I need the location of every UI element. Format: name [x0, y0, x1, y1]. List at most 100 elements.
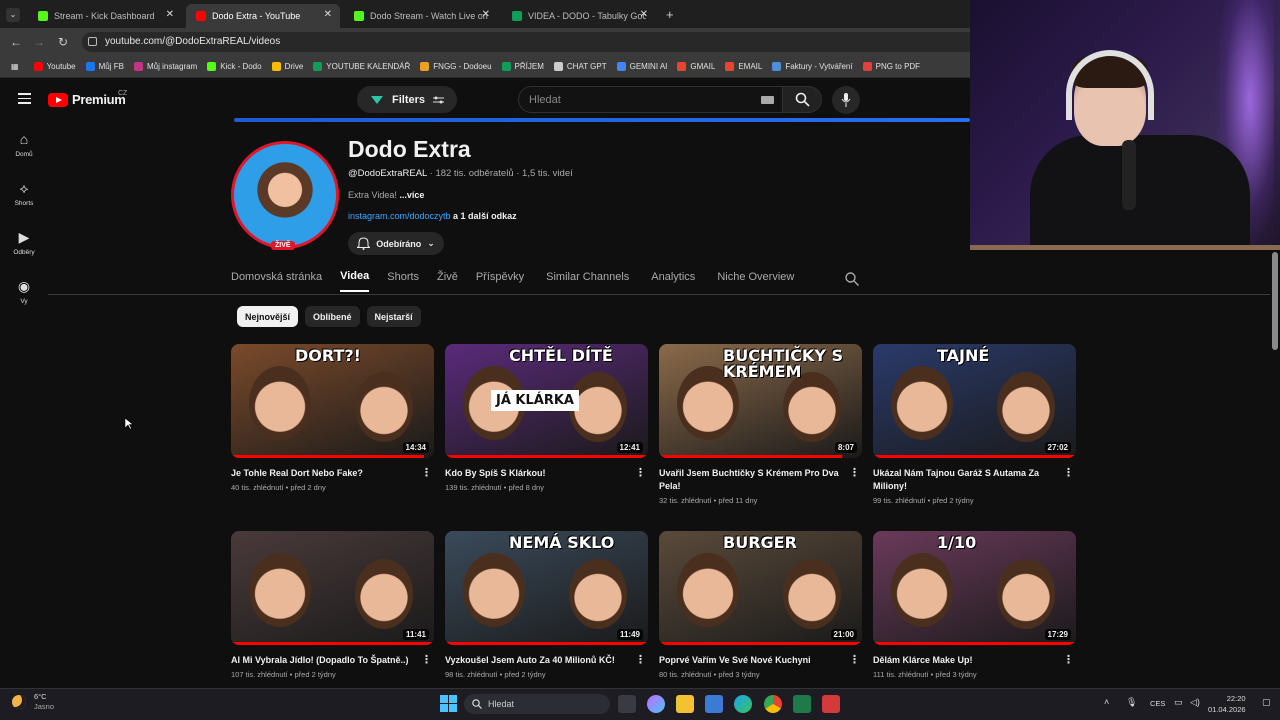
video-thumbnail[interactable]: TAJNÉ 27:02: [873, 344, 1076, 458]
bookmark-item[interactable]: GMAIL: [672, 62, 720, 71]
channel-search-button[interactable]: [845, 272, 859, 291]
notifications-icon[interactable]: ▢: [1262, 697, 1271, 708]
video-title[interactable]: Je Tohle Real Dort Nebo Fake? ⋮: [231, 467, 434, 480]
youtube-logo[interactable]: Premium: [48, 92, 126, 107]
sort-chip[interactable]: Nejstarší: [366, 306, 421, 327]
rail-item-home[interactable]: ⌂ Domů: [4, 131, 44, 158]
close-tab-icon[interactable]: ✕: [482, 9, 490, 20]
back-arrow-icon[interactable]: ←: [10, 35, 22, 49]
subscribed-button[interactable]: Odebíráno ⌄: [348, 232, 444, 255]
channel-avatar[interactable]: [231, 141, 339, 249]
bookmark-item[interactable]: PNG to PDF: [858, 62, 925, 71]
video-thumbnail[interactable]: DORT?! 14:34: [231, 344, 434, 458]
video-card[interactable]: BURGER 21:00 Poprvé Vařím Ve Své Nové Kuch…: [659, 531, 862, 679]
channel-description[interactable]: Extra Videa! ...více: [348, 190, 424, 200]
tray-mic-icon[interactable]: 🎙: [1126, 697, 1137, 708]
rail-item-you[interactable]: ◉ Vy: [4, 278, 44, 305]
menu-icon[interactable]: [18, 93, 31, 107]
more-options-icon[interactable]: ⋮: [421, 467, 432, 480]
channel-links[interactable]: instagram.com/dodoczytb a 1 další odkaz: [348, 211, 517, 221]
bookmark-item[interactable]: GEMINI AI: [612, 62, 673, 71]
bookmark-item[interactable]: FNGG - Dodoeu: [415, 62, 496, 71]
browser-tab[interactable]: Stream - Kick Dashboard ✕: [28, 4, 182, 28]
more-options-icon[interactable]: ⋮: [849, 467, 860, 480]
video-card[interactable]: 11:41 AI Mi Vybrala Jídlo! (Dopadlo To Šp…: [231, 531, 434, 679]
search-input[interactable]: Hledat: [518, 86, 783, 113]
video-card[interactable]: NEMÁ SKLO 11:49 Vyzkoušel Jsem Auto Za 40 …: [445, 531, 648, 679]
tab-list-button[interactable]: ⌄: [6, 8, 20, 22]
video-title[interactable]: Poprvé Vařím Ve Své Nové Kuchyni ⋮: [659, 654, 862, 667]
channel-tab[interactable]: Niche Overview: [713, 271, 794, 291]
channel-tab[interactable]: Analytics: [647, 271, 695, 291]
more-options-icon[interactable]: ⋮: [849, 654, 860, 667]
video-thumbnail[interactable]: 11:41: [231, 531, 434, 645]
input-language[interactable]: CES: [1150, 699, 1165, 708]
more-options-icon[interactable]: ⋮: [635, 467, 646, 480]
bookmark-item[interactable]: PŘÍJEM: [497, 62, 549, 71]
apps-grid-icon[interactable]: ▦: [6, 62, 29, 71]
more-options-icon[interactable]: ⋮: [635, 654, 646, 667]
excel-icon[interactable]: [793, 695, 811, 713]
volume-icon[interactable]: ◁): [1190, 697, 1200, 708]
rail-item-subscriptions[interactable]: ▶ Odběry: [4, 229, 44, 256]
video-thumbnail[interactable]: NEMÁ SKLO 11:49: [445, 531, 648, 645]
video-thumbnail[interactable]: 1/10 17:29: [873, 531, 1076, 645]
obs-app-icon[interactable]: [822, 695, 840, 713]
keyboard-icon[interactable]: [761, 96, 774, 104]
task-view-icon[interactable]: [618, 695, 636, 713]
video-card[interactable]: DORT?! 14:34 Je Tohle Real Dort Nebo Fake?…: [231, 344, 434, 492]
taskbar-clock[interactable]: 22:20 01.04.2026: [1208, 693, 1246, 715]
more-links[interactable]: a 1 další odkaz: [451, 211, 517, 221]
video-title[interactable]: Ukázal Nám Tajnou Garáž S Autama Za Mili…: [873, 467, 1076, 493]
close-tab-icon[interactable]: ✕: [640, 9, 648, 20]
channel-tab[interactable]: Videa: [340, 270, 370, 292]
bookmark-item[interactable]: YOUTUBE KALENDÁŘ: [308, 62, 415, 71]
channel-tab[interactable]: Příspěvky: [476, 271, 524, 291]
close-tab-icon[interactable]: ✕: [324, 9, 332, 20]
video-title[interactable]: Kdo By Spíš S Klárkou! ⋮: [445, 467, 648, 480]
video-card[interactable]: TAJNÉ 27:02 Ukázal Nám Tajnou Garáž S Auta…: [873, 344, 1076, 505]
weather-widget[interactable]: 6°C Jasno: [12, 692, 54, 712]
video-title[interactable]: Dělám Klárce Make Up! ⋮: [873, 654, 1076, 667]
sort-chip[interactable]: Oblíbené: [305, 306, 360, 327]
bookmark-item[interactable]: EMAIL: [720, 62, 767, 71]
description-more[interactable]: ...více: [399, 190, 424, 200]
site-info-icon[interactable]: [88, 37, 97, 46]
close-tab-icon[interactable]: ✕: [166, 9, 174, 20]
bookmark-item[interactable]: Kick - Dodo: [202, 62, 266, 71]
video-title[interactable]: Vyzkoušel Jsem Auto Za 40 Milionů KČ! ⋮: [445, 654, 648, 667]
video-thumbnail[interactable]: CHTĚL DÍTĚ JÁ KLÁRKA 12:41: [445, 344, 648, 458]
channel-tab[interactable]: Domovská stránka: [231, 271, 322, 291]
video-title[interactable]: AI Mi Vybrala Jídlo! (Dopadlo To Špatně.…: [231, 654, 434, 667]
video-card[interactable]: BUCHTIČKY S KRÉMEM 8:07 Uvařil Jsem Buchti…: [659, 344, 862, 505]
more-options-icon[interactable]: ⋮: [1063, 467, 1074, 480]
new-tab-button[interactable]: +: [666, 7, 674, 22]
video-thumbnail[interactable]: BURGER 21:00: [659, 531, 862, 645]
search-button[interactable]: [782, 86, 822, 113]
network-icon[interactable]: ▭: [1174, 697, 1183, 708]
tray-overflow-icon[interactable]: ˄: [1104, 697, 1109, 707]
channel-tab[interactable]: Živě: [437, 271, 458, 291]
bookmark-item[interactable]: Faktury - Vytváření: [767, 62, 857, 71]
browser-tab[interactable]: VIDEA - DODO - Tabulky Googl ✕: [502, 4, 656, 28]
bookmark-item[interactable]: Můj instagram: [129, 62, 202, 71]
filters-button[interactable]: Filters: [357, 86, 457, 113]
browser-tab[interactable]: Dodo Extra - YouTube ✕: [186, 4, 340, 28]
forward-arrow-icon[interactable]: →: [33, 35, 45, 49]
video-card[interactable]: CHTĚL DÍTĚ JÁ KLÁRKA 12:41 Kdo By Spíš S Kl…: [445, 344, 648, 492]
scrollbar-thumb[interactable]: [1272, 252, 1278, 350]
browser-tab[interactable]: Dodo Stream - Watch Live on K ✕: [344, 4, 498, 28]
bookmark-item[interactable]: Youtube: [29, 62, 81, 71]
channel-tab[interactable]: Shorts: [387, 271, 419, 291]
windows-start-icon[interactable]: [440, 695, 457, 712]
channel-link[interactable]: instagram.com/dodoczytb: [348, 211, 451, 221]
bookmark-item[interactable]: Drive: [267, 62, 309, 71]
rail-item-shorts[interactable]: ⟡ Shorts: [4, 180, 44, 207]
edge-icon[interactable]: [734, 695, 752, 713]
more-options-icon[interactable]: ⋮: [421, 654, 432, 667]
taskbar-search[interactable]: Hledat: [464, 694, 610, 714]
more-options-icon[interactable]: ⋮: [1063, 654, 1074, 667]
reload-icon[interactable]: ↻: [58, 35, 68, 49]
copilot-icon[interactable]: [647, 695, 665, 713]
sort-chip[interactable]: Nejnovější: [237, 306, 299, 327]
